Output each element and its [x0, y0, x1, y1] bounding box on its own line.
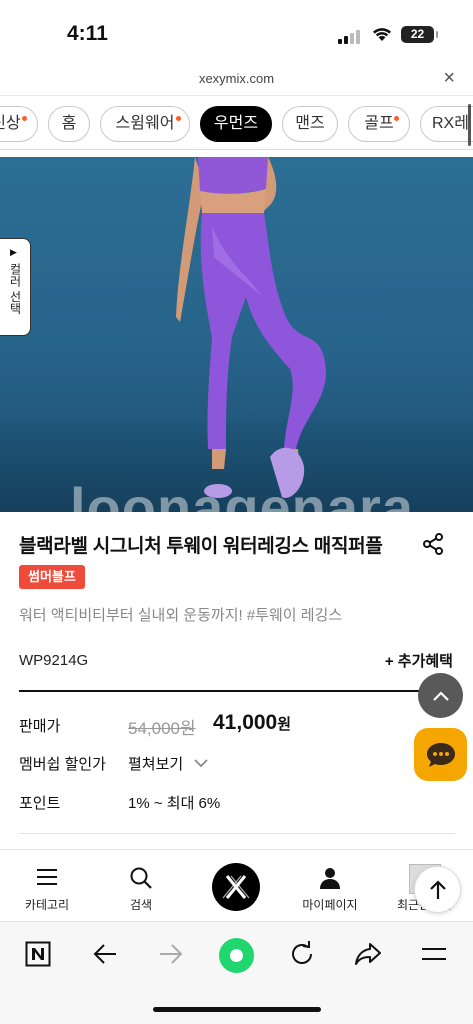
scrollbar[interactable] — [468, 104, 471, 146]
collapse-button[interactable] — [418, 673, 463, 718]
product-description: 워터 액티비티부터 실내외 운동까지! #투웨이 레깅스 — [19, 607, 343, 624]
bottom-nav: 카테고리 검색 마이페이지 최근본상품 — [0, 849, 473, 921]
chip-home[interactable]: 홈 — [48, 106, 90, 142]
cellular-signal-icon — [338, 28, 364, 44]
chip-mens[interactable]: 맨즈 — [282, 106, 338, 142]
chip-label: 스윔웨어 — [115, 115, 175, 132]
wifi-icon — [373, 28, 391, 41]
url-text[interactable]: xexymix.com — [0, 71, 473, 86]
chip-rx[interactable]: RX레 — [420, 106, 473, 142]
home-indicator[interactable] — [153, 1007, 321, 1012]
price-label: 판매가 — [19, 718, 61, 735]
product-sku: WP9214G — [19, 652, 89, 669]
hamburger-menu-icon[interactable] — [420, 944, 448, 964]
page: 4:11 22 xexymix.com × 신상 홈 스윔웨어 — [0, 0, 473, 1024]
naver-n-icon[interactable] — [25, 941, 51, 967]
sale-price-value: 41,000 — [213, 711, 278, 734]
green-dot-inner — [230, 949, 243, 962]
chip-label: RX레 — [432, 115, 469, 132]
nav-label: 검색 — [129, 898, 153, 912]
member-discount-label: 멤버쉽 할인가 — [19, 756, 106, 773]
points-label: 포인트 — [19, 795, 61, 812]
product-image[interactable]: loonagenara — [0, 157, 473, 512]
share-arrow-icon[interactable] — [354, 941, 382, 967]
chip-golf[interactable]: 골프 — [348, 106, 410, 142]
forward-arrow-icon[interactable] — [158, 943, 184, 965]
chip-label: 골프 — [364, 115, 394, 132]
watermark-text: loonagenara — [70, 476, 414, 512]
chat-bubble-icon — [426, 742, 455, 767]
new-dot-icon — [394, 116, 399, 121]
nav-label: 마이페이지 — [302, 898, 358, 912]
status-bar: 4:11 22 — [0, 0, 473, 66]
battery-icon: 22 — [401, 26, 438, 43]
brand-x-icon — [222, 875, 250, 899]
divider — [19, 833, 455, 834]
chip-label: 맨즈 — [295, 115, 325, 132]
new-dot-icon — [176, 116, 181, 121]
close-icon[interactable]: × — [443, 67, 455, 90]
extra-benefit-button[interactable]: + 추가혜택 — [385, 650, 453, 671]
nav-category[interactable]: 카테고리 — [2, 850, 92, 922]
divider — [19, 690, 455, 692]
scroll-top-button[interactable] — [414, 866, 461, 913]
new-dot-icon — [22, 116, 27, 121]
url-bar[interactable]: xexymix.com × — [0, 66, 473, 96]
chip-label: 우먼즈 — [213, 115, 259, 132]
category-chips: 신상 홈 스윔웨어 우먼즈 맨즈 골프 RX레 — [0, 100, 473, 150]
currency-unit: 원 — [277, 716, 292, 733]
status-time: 4:11 — [67, 22, 108, 45]
share-icon[interactable] — [422, 533, 444, 555]
promo-badge: 썸머블프 — [19, 565, 85, 589]
chevron-down-icon — [194, 759, 209, 768]
chip-label: 홈 — [61, 115, 77, 132]
user-icon — [320, 868, 340, 889]
chevron-up-icon — [432, 690, 449, 701]
nav-label: 카테고리 — [24, 898, 70, 912]
arrow-up-icon — [429, 879, 446, 899]
chip-new[interactable]: 신상 — [0, 106, 38, 142]
original-price: 54,000원 — [128, 719, 196, 738]
nav-mypage[interactable]: 마이페이지 — [285, 850, 375, 922]
color-select-label: 컬러 선택 — [8, 263, 22, 315]
model-figure — [176, 157, 326, 498]
expand-label: 펼쳐보기 — [128, 756, 184, 773]
play-arrow-icon: ▶ — [10, 247, 17, 257]
refresh-icon[interactable] — [289, 941, 315, 967]
menu-icon — [37, 869, 57, 885]
search-icon — [130, 867, 152, 889]
color-select-tab[interactable]: ▶ 컬러 선택 — [0, 238, 31, 336]
product-title: 블랙라벨 시그니처 투웨이 워터레깅스 매직퍼플 — [19, 536, 383, 557]
green-dot-button[interactable] — [219, 938, 254, 973]
sale-price: 41,000원 — [213, 711, 291, 735]
home-logo-button[interactable] — [212, 863, 260, 911]
back-arrow-icon[interactable] — [92, 943, 118, 965]
member-discount-expand[interactable]: 펼쳐보기 — [128, 753, 209, 774]
chip-label: 신상 — [0, 115, 21, 132]
chip-womens[interactable]: 우먼즈 — [200, 106, 272, 142]
chat-button[interactable] — [414, 728, 467, 781]
chip-swimwear[interactable]: 스윔웨어 — [100, 106, 190, 142]
points-value: 1% ~ 최대 6% — [128, 795, 221, 812]
nav-search[interactable]: 검색 — [96, 850, 186, 922]
